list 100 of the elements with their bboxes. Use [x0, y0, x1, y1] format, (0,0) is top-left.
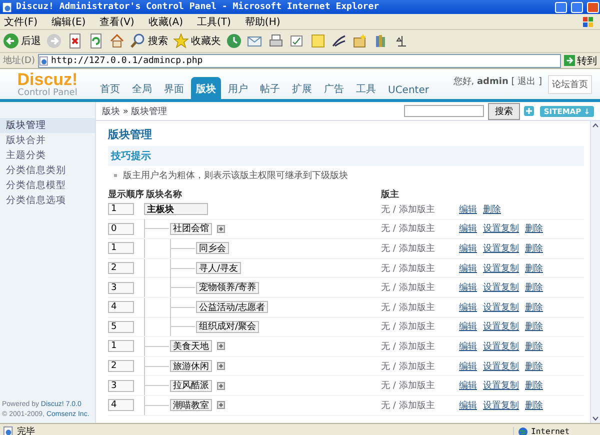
nav-tab[interactable]: 用户 [223, 77, 253, 99]
action-link[interactable]: 编辑 [459, 360, 477, 373]
action-link[interactable]: 编辑 [459, 379, 477, 392]
add-icon[interactable] [217, 342, 225, 350]
address-field[interactable]: http://127.0.0.1/admincp.php [38, 54, 561, 68]
scroll-up-icon[interactable] [591, 121, 600, 130]
add-icon[interactable] [217, 362, 225, 370]
order-field[interactable]: 3 [108, 282, 134, 294]
action-link[interactable]: 设置复制 [483, 379, 519, 392]
forum-home-button[interactable]: 论坛首页 [548, 75, 592, 94]
nav-tab[interactable]: 帖子 [255, 77, 285, 99]
sidebar-item[interactable]: 主题分类 [0, 148, 95, 163]
action-link[interactable]: 编辑 [459, 320, 477, 334]
menu-item[interactable]: 文件(F) [4, 14, 38, 28]
nav-tab[interactable]: 广告 [319, 77, 349, 99]
stop-icon[interactable] [67, 33, 83, 49]
search-button[interactable]: 搜索 [488, 102, 520, 120]
home-icon[interactable] [109, 33, 125, 49]
forum-name-field[interactable]: 潮喵教室 [170, 399, 212, 412]
action-link[interactable]: 编辑 [459, 222, 477, 236]
menu-item[interactable]: 帮助(H) [244, 14, 280, 28]
order-field[interactable]: 1 [108, 242, 134, 254]
action-link[interactable]: 删除 [525, 398, 543, 412]
menu-item[interactable]: 编辑(E) [52, 14, 86, 28]
order-field[interactable]: 0 [108, 222, 134, 235]
action-link[interactable]: 删除 [525, 379, 543, 392]
action-link[interactable]: 设置复制 [483, 320, 519, 334]
action-link[interactable]: 删除 [525, 242, 543, 255]
sidebar-item[interactable]: 分类信息模型 [0, 178, 95, 193]
printer-icon[interactable] [268, 33, 284, 49]
add-icon[interactable] [217, 382, 225, 390]
folder-star-icon[interactable] [352, 33, 368, 49]
forum-name-field[interactable]: 组织成对/聚会 [196, 320, 260, 333]
action-link[interactable]: 删除 [525, 320, 543, 334]
action-link[interactable]: 编辑 [459, 202, 477, 216]
forum-name-field[interactable]: 拉风酷派 [170, 380, 212, 392]
action-link[interactable]: 设置复制 [483, 300, 519, 314]
action-link[interactable]: 编辑 [459, 340, 477, 353]
menu-item[interactable]: 收藏(A) [148, 14, 183, 28]
forum-name-field[interactable]: 美食天地 [170, 340, 212, 352]
action-link[interactable]: 编辑 [459, 398, 477, 412]
scrollbar[interactable] [590, 121, 600, 423]
order-field[interactable]: 3 [108, 380, 134, 392]
history-icon[interactable] [226, 33, 242, 49]
action-link[interactable]: 删除 [525, 340, 543, 353]
toolbar-button[interactable]: 搜索 [130, 33, 168, 49]
action-link[interactable]: 设置复制 [483, 242, 519, 255]
action-link[interactable]: 删除 [525, 281, 543, 294]
search-field[interactable] [404, 105, 484, 117]
forum-name-field[interactable]: 同乡会 [196, 242, 229, 254]
order-field[interactable]: 1 [108, 203, 134, 216]
order-field[interactable]: 2 [108, 360, 134, 372]
edit-icon[interactable] [289, 33, 305, 49]
action-link[interactable]: 删除 [525, 262, 543, 275]
order-field[interactable]: 2 [108, 262, 134, 274]
scroll-down-icon[interactable] [591, 414, 600, 423]
maximize-button[interactable] [571, 2, 583, 12]
forum-name-field[interactable]: 寻人/寻友 [196, 262, 242, 274]
menu-item[interactable]: 查看(V) [100, 14, 134, 28]
action-link[interactable]: 删除 [525, 222, 543, 236]
go-button[interactable]: 转到 [564, 54, 597, 68]
forum-name-field[interactable]: 主板块 [144, 203, 208, 216]
forum-name-field[interactable]: 旅游休闲 [170, 360, 212, 372]
close-button[interactable] [587, 2, 599, 12]
sidebar-item[interactable]: 版块合并 [0, 133, 95, 148]
refresh-icon[interactable] [88, 33, 104, 49]
sidebar-item[interactable]: 分类信息类别 [0, 163, 95, 178]
action-link[interactable]: 设置复制 [483, 222, 519, 236]
order-field[interactable]: 4 [108, 399, 134, 412]
nav-tab[interactable]: UCenter [383, 80, 434, 99]
bird-icon[interactable] [331, 33, 347, 49]
sidebar-item[interactable]: 分类信息选项 [0, 193, 95, 208]
action-link[interactable]: 设置复制 [483, 360, 519, 373]
action-link[interactable]: 设置复制 [483, 398, 519, 412]
forum-name-field[interactable]: 社团会馆 [170, 222, 212, 235]
sidebar-item[interactable]: 版块管理 [0, 118, 95, 133]
minimize-button[interactable] [555, 2, 567, 12]
nav-tab[interactable]: 首页 [95, 77, 125, 99]
nav-tab[interactable]: 界面 [159, 77, 189, 99]
action-link[interactable]: 设置复制 [483, 262, 519, 275]
order-field[interactable]: 4 [108, 301, 134, 314]
nav-tab[interactable]: 扩展 [287, 77, 317, 99]
forum-name-field[interactable]: 公益活动/志愿者 [196, 301, 268, 314]
add-icon[interactable] [217, 224, 225, 233]
action-link[interactable]: 设置复制 [483, 340, 519, 353]
forum-name-field[interactable]: 宠物领养/寄养 [196, 282, 260, 294]
toolbar-button[interactable]: 收藏夹 [173, 33, 221, 49]
order-field[interactable]: 5 [108, 320, 134, 333]
toolbar-button[interactable]: 后退 [3, 33, 41, 49]
action-link[interactable]: 删除 [525, 360, 543, 373]
action-link[interactable]: 编辑 [459, 242, 477, 255]
action-link[interactable]: 编辑 [459, 300, 477, 314]
action-link[interactable]: 设置复制 [483, 281, 519, 294]
nav-tab[interactable]: 全局 [127, 77, 157, 99]
order-field[interactable]: 1 [108, 340, 134, 352]
action-link[interactable]: 编辑 [459, 262, 477, 275]
action-link[interactable]: 删除 [483, 202, 501, 216]
nav-tab[interactable]: 工具 [351, 77, 381, 99]
nav-tab[interactable]: 版块 [191, 77, 221, 99]
add-icon[interactable] [217, 401, 225, 410]
